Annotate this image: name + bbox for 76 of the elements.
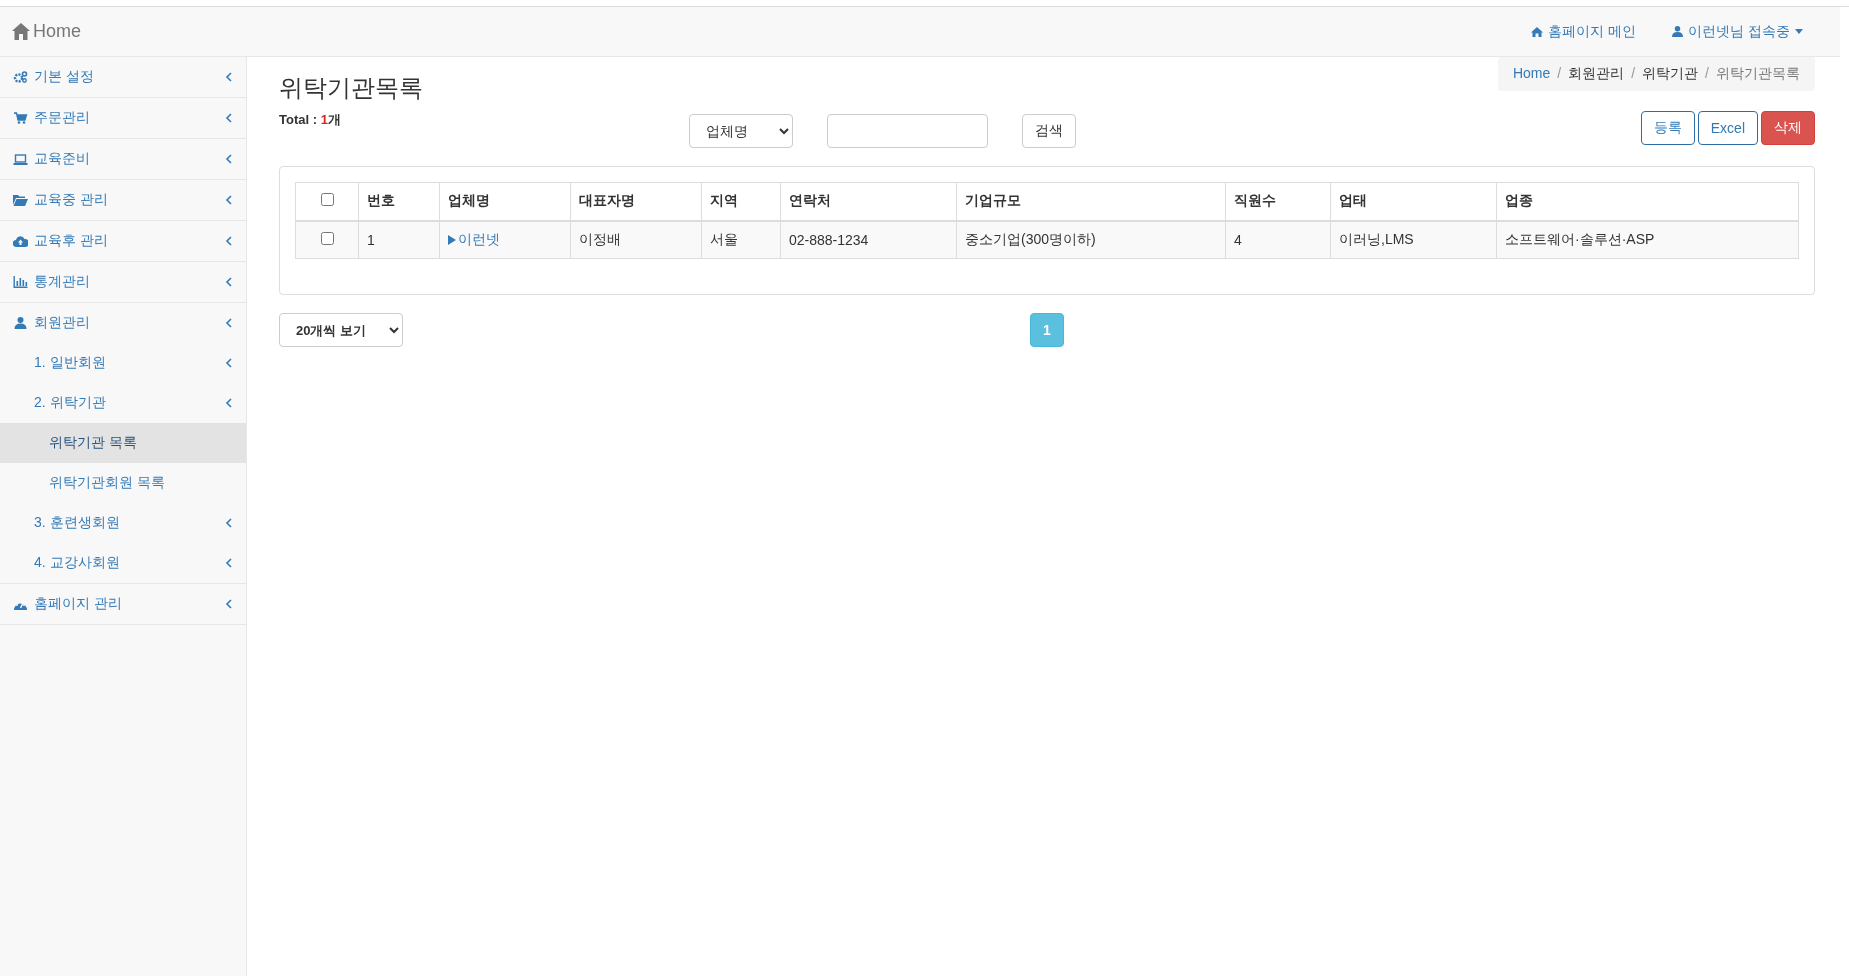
breadcrumb-separator: / <box>1631 65 1636 83</box>
laptop-icon <box>13 153 28 165</box>
breadcrumb-separator: / <box>1705 65 1709 83</box>
column-header: 업태 <box>1339 192 1367 209</box>
column-header: 대표자명 <box>579 192 635 209</box>
sidebar-item[interactable]: 주문관리 <box>0 98 246 138</box>
cart-icon <box>13 112 28 124</box>
table-cell: 소프트웨어·솔루션·ASP <box>1505 230 1655 247</box>
sidebar-subitem[interactable]: 2. 위탁기관 <box>0 383 246 423</box>
play-icon <box>448 234 456 245</box>
caret-icon <box>1795 29 1803 34</box>
sidebar-item[interactable]: 교육중 관리 <box>0 180 246 220</box>
search-button[interactable]: 검색 <box>1022 114 1076 148</box>
action-button[interactable]: 등록 <box>1640 111 1695 145</box>
user-icon <box>1672 26 1684 37</box>
chevron-icon <box>225 195 232 205</box>
table-cell: 이러닝,LMS <box>1339 230 1414 247</box>
home-link[interactable]: Home <box>12 21 81 42</box>
sidebar-item[interactable]: 기본 설정 <box>0 57 246 97</box>
chevron-icon <box>225 113 232 123</box>
sidebar-subitem[interactable]: 3. 훈련생회원 <box>0 503 246 543</box>
page-title: 위탁기관목록 <box>279 73 424 103</box>
table-cell: 4 <box>1234 231 1242 248</box>
homepage-link[interactable]: 홈페이지 메인 <box>1531 22 1637 41</box>
breadcrumb-item: 위탁기관목록 <box>1716 65 1800 83</box>
column-header: 번호 <box>367 192 395 209</box>
table-cell: 1 <box>367 231 375 248</box>
chevron-icon <box>225 318 232 328</box>
folder-icon <box>13 194 28 206</box>
column-header: 직원수 <box>1234 192 1276 209</box>
sidebar-item[interactable]: 교육준비 <box>0 139 246 179</box>
chevron-icon <box>225 398 232 408</box>
breadcrumb-item[interactable]: 위탁기관 <box>1642 65 1699 83</box>
sidebar-item[interactable]: 회원관리 <box>0 303 246 343</box>
action-button[interactable]: Excel <box>1697 111 1758 145</box>
chevron-icon <box>225 358 232 368</box>
action-button[interactable]: 삭제 <box>1761 111 1815 145</box>
chevron-icon <box>225 72 232 82</box>
page-size-select[interactable]: 20개씩 보기 <box>279 313 403 347</box>
breadcrumb-item[interactable]: 회원관리 <box>1568 65 1625 83</box>
total-count: Total : 1개 <box>279 111 342 129</box>
filter-select[interactable]: 업체명 <box>689 114 793 148</box>
row-checkbox[interactable] <box>320 231 334 245</box>
table-cell: 중소기업(300명이하) <box>965 230 1096 247</box>
column-header: 기업규모 <box>965 192 1021 209</box>
chevron-icon <box>225 518 232 528</box>
column-header: 업체명 <box>448 192 490 209</box>
user-menu-link[interactable]: 이런넷님 접속중 <box>1672 22 1803 41</box>
sidebar-item[interactable]: 홈페이지 관리 <box>0 584 246 624</box>
chevron-icon <box>225 599 232 609</box>
home-icon <box>12 23 30 40</box>
sidebar-item[interactable]: 통계관리 <box>0 262 246 302</box>
cloud-upload-icon <box>13 235 28 247</box>
sidebar-item[interactable]: 교육후 관리 <box>0 221 246 261</box>
column-header: 지역 <box>710 192 738 209</box>
table-cell: 이정배 <box>579 230 621 247</box>
company-link[interactable]: 이런넷 <box>448 230 500 249</box>
table-cell: 02-888-1234 <box>789 231 869 248</box>
chevron-icon <box>225 277 232 287</box>
sidebar-subitem[interactable]: 위탁기관회원 목록 <box>0 463 246 503</box>
column-header: 연락처 <box>789 192 831 209</box>
chevron-icon <box>225 558 232 568</box>
chevron-icon <box>225 236 232 246</box>
select-all-checkbox[interactable] <box>320 193 334 207</box>
sidebar-subitem[interactable]: 1. 일반회원 <box>0 343 246 383</box>
bar-chart-icon <box>13 276 28 288</box>
search-field[interactable] <box>827 114 988 148</box>
chevron-icon <box>225 154 232 164</box>
breadcrumb-item[interactable]: Home <box>1512 65 1551 83</box>
column-header: 업종 <box>1505 192 1533 209</box>
home-icon <box>1531 26 1544 37</box>
breadcrumb-separator: / <box>1557 65 1562 83</box>
sidebar-subitem[interactable]: 4. 교강사회원 <box>0 543 246 583</box>
user-icon <box>13 317 28 329</box>
table-cell: 서울 <box>710 230 738 247</box>
sidebar-subitem[interactable]: 위탁기관 목록 <box>0 423 246 463</box>
